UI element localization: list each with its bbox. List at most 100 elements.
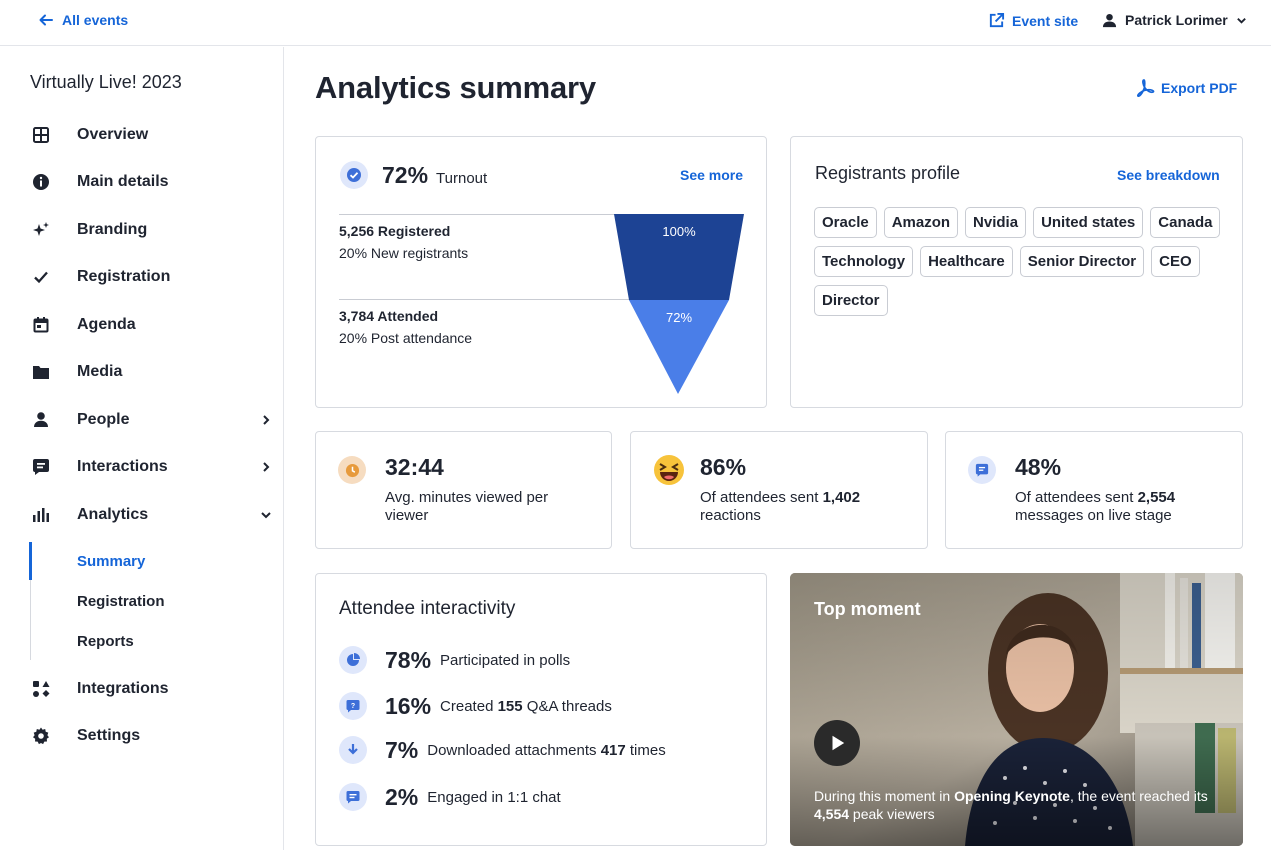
event-name: Virtually Live! 2023 bbox=[30, 72, 182, 92]
chevron-right-icon bbox=[263, 462, 270, 472]
caption-pre: During this moment in bbox=[814, 788, 955, 804]
user-menu[interactable]: Patrick Lorimer bbox=[1102, 12, 1247, 28]
sidebar-item-label: Registration bbox=[77, 268, 171, 285]
profile-chip[interactable]: Canada bbox=[1150, 207, 1221, 238]
profile-chip[interactable]: Senior Director bbox=[1019, 246, 1145, 277]
sidebar-item-agenda[interactable]: Agenda bbox=[30, 309, 276, 341]
top-moment-caption: During this moment in Opening Keynote, t… bbox=[814, 787, 1214, 823]
sidebar-item-analytics[interactable]: Analytics bbox=[30, 499, 276, 531]
sidebar-subitem-reports[interactable]: Reports bbox=[77, 633, 134, 650]
chevron-down-icon bbox=[261, 512, 271, 519]
top-moment-card[interactable]: Top moment During this moment in Opening… bbox=[790, 573, 1243, 846]
sidebar-item-label: Branding bbox=[77, 221, 148, 238]
pie-icon bbox=[339, 646, 367, 674]
sidebar-item-interactions[interactable]: Interactions bbox=[30, 451, 276, 483]
registered-count: 5,256 Registered bbox=[339, 223, 451, 239]
qa-text-post: Q&A threads bbox=[522, 697, 612, 715]
profile-chip[interactable]: Healthcare bbox=[920, 246, 1013, 277]
sidebar-item-label: Agenda bbox=[77, 316, 136, 333]
caption-session: Opening Keynote bbox=[954, 788, 1070, 804]
reactions-desc: Of attendees sent 1,402 reactions bbox=[700, 489, 890, 525]
funnel-bottom-label: 72% bbox=[666, 310, 692, 325]
qa-text: Created 155 Q&A threads bbox=[440, 698, 612, 715]
downloads-text: Downloaded attachments 417 times bbox=[427, 742, 665, 759]
attended-count: 3,784 Attended bbox=[339, 308, 439, 324]
downloads-text-post: times bbox=[625, 741, 666, 759]
reactions-value: 86% bbox=[700, 454, 747, 480]
profile-chip[interactable]: CEO bbox=[1151, 246, 1200, 277]
grid-icon bbox=[30, 124, 52, 146]
user-name: Patrick Lorimer bbox=[1125, 12, 1228, 28]
downloads-percent: 7% bbox=[385, 736, 419, 763]
sidebar-item-registration[interactable]: Registration bbox=[30, 261, 276, 293]
top-moment-title: Top moment bbox=[814, 599, 921, 619]
registrants-profile-title: Registrants profile bbox=[815, 163, 961, 183]
polls-percent: 78% bbox=[385, 646, 432, 673]
calendar-icon bbox=[30, 314, 52, 336]
avg-minutes-card: 32:44 Avg. minutes viewed per viewer bbox=[315, 431, 612, 549]
profile-chip[interactable]: Nvidia bbox=[965, 207, 1027, 238]
top-bar: All events Event site Patrick Lorimer bbox=[0, 0, 1271, 46]
sidebar-item-label: People bbox=[77, 411, 130, 428]
sidebar-item-branding[interactable]: Branding bbox=[30, 214, 276, 246]
sidebar-item-main-details[interactable]: Main details bbox=[30, 166, 276, 198]
event-site-label: Event site bbox=[1012, 12, 1079, 29]
registrants-profile-card: Registrants profile See breakdown Oracle… bbox=[790, 136, 1243, 408]
chat-text: Engaged in 1:1 chat bbox=[427, 788, 561, 806]
reactions-desc-post: reactions bbox=[700, 507, 761, 524]
qa-percent: 16% bbox=[385, 692, 432, 719]
event-site-link[interactable]: Event site bbox=[988, 12, 1078, 29]
messages-value: 48% bbox=[1015, 454, 1062, 480]
profile-chip-list: Oracle Amazon Nvidia United states Canada Tec… bbox=[814, 207, 1224, 316]
gear-icon bbox=[30, 725, 52, 747]
external-link-icon bbox=[989, 12, 1005, 28]
caption-mid: , the event reached its bbox=[1069, 788, 1208, 804]
messages-desc-pre: Of attendees sent bbox=[1015, 489, 1138, 506]
see-breakdown-link[interactable]: See breakdown bbox=[1117, 167, 1220, 183]
play-button[interactable] bbox=[814, 720, 860, 766]
chevron-down-icon bbox=[1236, 17, 1246, 24]
caption-post: peak viewers bbox=[849, 806, 935, 822]
sidebar-item-label: Analytics bbox=[77, 506, 149, 523]
caption-peak: 4,554 bbox=[814, 806, 850, 822]
post-attendance: 20% Post attendance bbox=[339, 330, 473, 346]
profile-chip[interactable]: Oracle bbox=[814, 207, 877, 238]
messages-count: 2,554 bbox=[1137, 489, 1176, 506]
downloads-count: 417 bbox=[600, 741, 626, 759]
check-circle-icon bbox=[340, 161, 368, 189]
profile-chip[interactable]: Technology bbox=[814, 246, 914, 277]
all-events-link[interactable]: All events bbox=[38, 12, 128, 28]
turnout-label: Turnout bbox=[436, 169, 488, 187]
profile-chip[interactable]: Director bbox=[814, 285, 888, 316]
sidebar-item-label: Settings bbox=[77, 727, 141, 744]
export-pdf-label: Export PDF bbox=[1161, 80, 1238, 96]
sidebar-item-settings[interactable]: Settings bbox=[30, 720, 276, 752]
page-title: Analytics summary bbox=[315, 70, 596, 105]
attendee-interactivity-card: Attendee interactivity 78% Participated … bbox=[315, 573, 767, 846]
messages-desc: Of attendees sent 2,554 messages on live… bbox=[1015, 489, 1205, 525]
sidebar-item-label: Interactions bbox=[77, 458, 168, 475]
sidebar-item-people[interactable]: People bbox=[30, 404, 276, 436]
qa-count: 155 bbox=[497, 697, 523, 715]
avg-minutes-value: 32:44 bbox=[385, 454, 444, 480]
profile-chip[interactable]: United states bbox=[1033, 207, 1144, 238]
interactivity-row-qa: ? 16% Created 155 Q&A threads bbox=[339, 692, 612, 720]
export-pdf-button[interactable]: Export PDF bbox=[1135, 78, 1237, 98]
downloads-text-pre: Downloaded attachments bbox=[427, 741, 601, 759]
sidebar-subitem-registration[interactable]: Registration bbox=[77, 593, 165, 610]
sidebar-item-overview[interactable]: Overview bbox=[30, 119, 276, 151]
sidebar-item-integrations[interactable]: Integrations bbox=[30, 673, 276, 705]
see-more-link[interactable]: See more bbox=[680, 167, 743, 183]
turnout-percent: 72% bbox=[382, 161, 429, 188]
turnout-card: 72% Turnout See more 5,256 Registered 20%… bbox=[315, 136, 767, 408]
profile-chip[interactable]: Amazon bbox=[883, 207, 959, 238]
bar-chart-icon bbox=[30, 504, 52, 526]
chat-icon bbox=[30, 456, 52, 478]
sidebar-subitem-summary[interactable]: Summary bbox=[77, 553, 145, 570]
interactivity-row-chat: 2% Engaged in 1:1 chat bbox=[339, 783, 561, 811]
divider bbox=[339, 299, 630, 300]
sidebar-item-media[interactable]: Media bbox=[30, 356, 276, 388]
chevron-right-icon bbox=[263, 415, 270, 425]
messages-card: 48% Of attendees sent 2,554 messages on … bbox=[945, 431, 1243, 549]
interactivity-row-polls: 78% Participated in polls bbox=[339, 646, 570, 674]
